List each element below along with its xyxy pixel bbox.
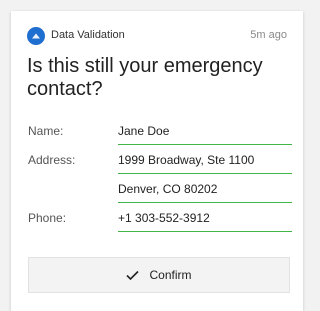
name-field[interactable]: Jane Doe: [118, 124, 292, 145]
card-header: Data Validation 5m ago: [27, 27, 287, 45]
confirm-label: Confirm: [149, 268, 192, 282]
sap-logo-icon: [27, 27, 45, 45]
notification-card: Data Validation 5m ago Is this still you…: [11, 11, 303, 311]
app-name: Data Validation: [51, 29, 125, 41]
check-icon: [126, 270, 140, 284]
phone-label: Phone:: [28, 211, 67, 225]
name-label: Name:: [28, 124, 64, 138]
confirm-button-content: Confirm: [29, 268, 289, 284]
address-line2-field[interactable]: Denver, CO 80202: [118, 182, 292, 203]
address-line1-field[interactable]: 1999 Broadway, Ste 1100: [118, 153, 292, 174]
phone-field[interactable]: +1 303-552-3912: [118, 211, 292, 232]
confirm-button[interactable]: Confirm: [28, 257, 290, 293]
timestamp: 5m ago: [250, 29, 287, 41]
question-title: Is this still your emergency contact?: [27, 55, 263, 100]
address-label: Address:: [28, 153, 76, 167]
